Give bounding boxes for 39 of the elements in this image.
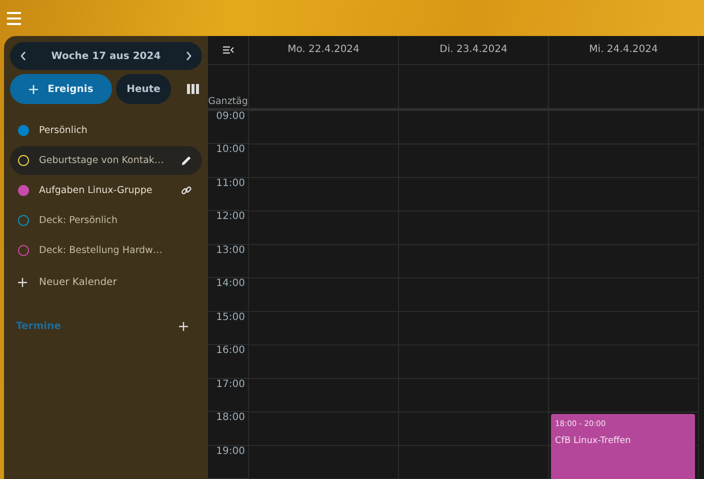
hour-label: 18:00 (216, 412, 245, 423)
day-header: Mo. 22.4.2024 (249, 36, 399, 64)
hour-label: 12:00 (216, 211, 245, 222)
hour-label: 15:00 (216, 312, 245, 322)
today-button[interactable]: Heute (116, 74, 171, 104)
collapse-sidebar-icon[interactable] (222, 46, 234, 54)
calendar-color-dot[interactable] (18, 215, 29, 226)
hour-label: 09:00 (216, 110, 245, 122)
hour-label: 17:00 (216, 378, 245, 390)
chevron-left-icon[interactable] (20, 51, 27, 61)
link-icon[interactable] (181, 185, 192, 196)
columns-icon[interactable] (187, 84, 199, 94)
hour-label: 13:00 (216, 244, 245, 256)
hour-label: 11:00 (216, 178, 245, 188)
plus-icon (28, 84, 38, 94)
day-header: Mi. 24.4.2024 (549, 36, 699, 64)
new-event-button[interactable]: Ereignis (10, 74, 112, 104)
plus-icon[interactable] (179, 322, 188, 330)
week-label[interactable]: Woche 17 aus 2024 (51, 50, 161, 62)
section-heading: Termine (16, 320, 61, 332)
hour-label: 14:00 (216, 278, 245, 289)
calendar-item[interactable]: Persönlich (10, 116, 202, 145)
hour-label: 19:00 (216, 446, 245, 456)
calendar-color-dot[interactable] (18, 245, 29, 256)
day-header: Di. 23.4.2024 (399, 36, 549, 64)
chevron-right-icon[interactable] (184, 51, 192, 61)
plus-icon (18, 278, 27, 287)
calendar-item[interactable]: Deck: Bestellung Hardw… (10, 236, 202, 265)
calendar-item[interactable]: Deck: Persönlich (10, 206, 202, 235)
menu-icon[interactable] (7, 12, 21, 24)
calendar-color-dot[interactable] (18, 125, 29, 136)
pencil-icon[interactable] (181, 155, 192, 166)
hour-label: 10:00 (216, 144, 245, 155)
new-calendar-item[interactable]: Neuer Kalender (10, 268, 202, 297)
all-day-label: Ganztäg (208, 96, 248, 108)
hour-label: 16:00 (216, 345, 245, 356)
calendar-item[interactable]: Aufgaben Linux-Gruppe (10, 176, 202, 205)
calendar-item[interactable]: Geburtstage von Kontak… (10, 146, 202, 175)
calendar-color-dot[interactable] (18, 185, 29, 196)
